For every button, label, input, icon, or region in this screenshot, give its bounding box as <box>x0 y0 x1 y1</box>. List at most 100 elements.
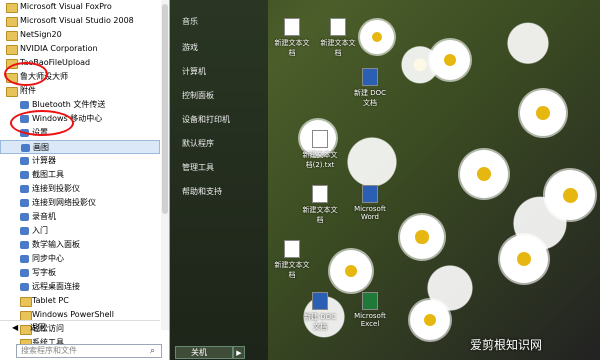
program-label: 数学输入面板 <box>32 240 80 249</box>
word-file-icon <box>362 68 378 86</box>
daisy-flower <box>410 300 450 340</box>
right-item-control-panel[interactable]: 控制面板 <box>182 90 214 101</box>
snipping-tool-icon <box>20 171 29 179</box>
desktop-icon-label: 新建文本文档 <box>274 261 310 279</box>
folder-icon <box>6 3 18 13</box>
program-item[interactable]: 录音机 <box>0 210 160 224</box>
search-input[interactable]: 搜索程序和文件 <box>16 344 162 358</box>
program-item[interactable]: 截图工具 <box>0 168 160 182</box>
program-label: 录音机 <box>32 212 56 221</box>
program-item[interactable]: 数学输入面板 <box>0 238 160 252</box>
word-file-icon <box>312 292 328 310</box>
excel-file-icon <box>362 292 378 310</box>
desktop-icon-label: 新建文本文档 <box>320 39 356 57</box>
program-item[interactable]: 入门 <box>0 224 160 238</box>
program-label: Microsoft Visual Studio 2008 <box>20 16 134 25</box>
program-item[interactable]: 连接到网络投影仪 <box>0 196 160 210</box>
program-label: 截图工具 <box>32 170 64 179</box>
math-input-icon <box>20 241 29 249</box>
program-folder-item[interactable]: NetSign20 <box>0 28 160 42</box>
shutdown-options-chevron-icon[interactable]: ▶ <box>233 346 245 359</box>
program-folder-item[interactable]: Microsoft Visual FoxPro <box>0 0 160 14</box>
folder-icon <box>6 87 18 97</box>
desktop-file-icon[interactable]: 新建文本文档 <box>272 240 312 280</box>
right-item-computer[interactable]: 计算机 <box>182 66 206 77</box>
program-item[interactable]: 计算器 <box>0 154 160 168</box>
program-item[interactable]: 远程桌面连接 <box>0 280 160 294</box>
daisy-flower <box>360 20 394 54</box>
red-annotation-circle <box>10 110 74 136</box>
back-arrow-icon: ◀ <box>12 323 19 332</box>
right-item-default-programs[interactable]: 默认程序 <box>182 138 214 149</box>
red-annotation-circle <box>4 62 48 86</box>
program-label: 同步中心 <box>32 254 64 263</box>
program-label: 入门 <box>32 226 48 235</box>
desktop-file-icon[interactable]: 新建文本文档(2).txt <box>300 130 340 170</box>
program-folder-accessories[interactable]: 附件 <box>0 84 160 98</box>
program-item[interactable]: 写字板 <box>0 266 160 280</box>
folder-icon <box>6 45 18 55</box>
scroll-thumb[interactable] <box>162 4 168 214</box>
bluetooth-icon <box>20 101 29 109</box>
program-label: NVIDIA Corporation <box>20 44 98 53</box>
desktop-file-icon[interactable]: Microsoft Word <box>350 185 390 221</box>
program-folder-item[interactable]: Microsoft Visual Studio 2008 <box>0 14 160 28</box>
right-item-music[interactable]: 音乐 <box>182 16 198 27</box>
desktop-file-icon[interactable]: Microsoft Excel <box>350 292 390 328</box>
desktop-file-icon[interactable]: 新建文本文档 <box>300 185 340 225</box>
desktop-file-icon[interactable]: 新建 DOC 文档 <box>300 292 340 332</box>
back-label: 返回 <box>30 323 46 332</box>
right-item-devices-printers[interactable]: 设备和打印机 <box>182 114 230 125</box>
program-label: 远程桌面连接 <box>32 282 80 291</box>
sound-recorder-icon <box>20 213 29 221</box>
watermark-text: 爱剪根知识网 <box>470 338 543 352</box>
desktop-file-icon[interactable]: 新建 DOC 文档 <box>350 68 390 108</box>
desktop-icon-label: 新建文本文档(2).txt <box>302 151 338 169</box>
program-label: Microsoft Visual FoxPro <box>20 2 112 11</box>
start-menu-programs-pane: Microsoft Visual FoxPro Microsoft Visual… <box>0 0 170 360</box>
program-label: 计算器 <box>32 156 56 165</box>
text-file-icon <box>312 185 328 203</box>
daisy-flower <box>545 170 595 220</box>
program-item[interactable]: Bluetooth 文件传送 <box>0 98 160 112</box>
program-item-paint[interactable]: 画图 <box>0 140 160 154</box>
daisy-flower <box>500 235 548 283</box>
calculator-icon <box>20 157 29 165</box>
program-label: 连接到网络投影仪 <box>32 198 96 207</box>
network-projector-icon <box>20 199 29 207</box>
folder-icon <box>6 31 18 41</box>
program-label: 写字板 <box>32 268 56 277</box>
program-label: NetSign20 <box>20 30 62 39</box>
back-button[interactable]: ◀ 返回 <box>0 320 160 334</box>
folder-icon <box>20 297 32 307</box>
program-folder-item[interactable]: Tablet PC <box>0 294 160 308</box>
desktop-icon-label: 新建文本文档 <box>302 206 338 224</box>
text-file-icon <box>330 18 346 36</box>
text-file-icon <box>312 130 328 148</box>
desktop-icon-label: 新建 DOC 文档 <box>303 313 336 331</box>
desktop-file-icon[interactable]: 新建文本文档 <box>318 18 358 58</box>
remote-desktop-icon <box>20 283 29 291</box>
right-item-admin-tools[interactable]: 管理工具 <box>182 162 214 173</box>
scrollbar[interactable] <box>161 0 169 330</box>
program-folder-item[interactable]: NVIDIA Corporation <box>0 42 160 56</box>
program-item[interactable]: 连接到投影仪 <box>0 182 160 196</box>
desktop-icon-label: 新建文本文档 <box>274 39 310 57</box>
program-item[interactable]: 同步中心 <box>0 252 160 266</box>
right-item-help-support[interactable]: 帮助和支持 <box>182 186 222 197</box>
shutdown-button[interactable]: 关机 <box>175 346 233 359</box>
desktop-file-icon[interactable]: 新建文本文档 <box>272 18 312 58</box>
paint-icon <box>21 144 30 152</box>
word-file-icon <box>362 185 378 203</box>
daisy-flower <box>460 150 508 198</box>
desktop-icon-label: 新建 DOC 文档 <box>353 89 386 107</box>
getting-started-icon <box>20 227 29 235</box>
program-label: 附件 <box>20 86 36 95</box>
program-label: 画图 <box>33 143 49 152</box>
right-item-games[interactable]: 游戏 <box>182 42 198 53</box>
desktop-icon-label: Microsoft Excel <box>354 312 386 328</box>
program-label: Tablet PC <box>32 296 69 305</box>
desktop-icon-label: Microsoft Word <box>354 205 386 221</box>
daisy-flower <box>330 250 372 292</box>
program-label: Windows PowerShell <box>32 310 114 319</box>
